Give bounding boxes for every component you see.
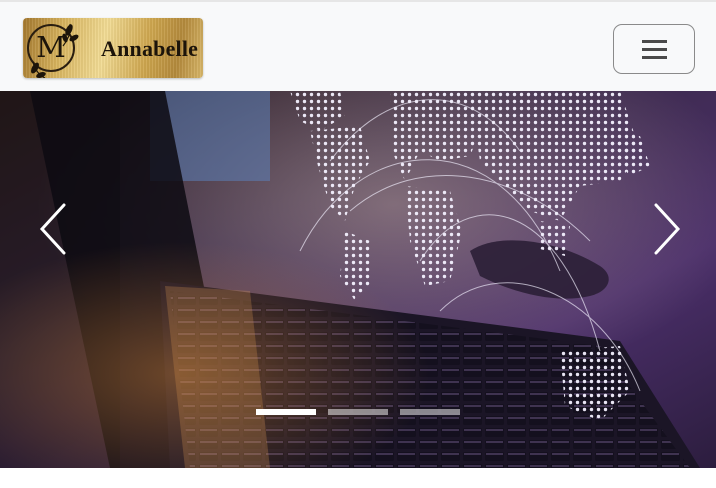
chevron-left-icon [39, 203, 66, 255]
navbar-toggler-button[interactable] [613, 24, 695, 74]
hamburger-menu-icon [642, 56, 667, 59]
carousel-next-button[interactable] [646, 199, 686, 259]
carousel-indicator-1[interactable] [256, 409, 316, 415]
navbar: M Annabelle [0, 0, 716, 91]
monogram-emblem: M [27, 23, 79, 78]
brand-name: Annabelle [101, 36, 199, 61]
page-content-area [0, 468, 716, 488]
carousel-indicator-3[interactable] [400, 409, 460, 415]
chevron-right-icon [654, 203, 681, 255]
brand-logo[interactable]: M Annabelle [23, 18, 203, 78]
hero-carousel [0, 91, 716, 468]
carousel-indicator-2[interactable] [328, 409, 388, 415]
hamburger-menu-icon [642, 40, 667, 43]
carousel-prev-button[interactable] [34, 199, 74, 259]
hamburger-menu-icon [642, 48, 667, 51]
leaf-ornament-icon [31, 23, 79, 78]
carousel-indicators [0, 409, 716, 415]
